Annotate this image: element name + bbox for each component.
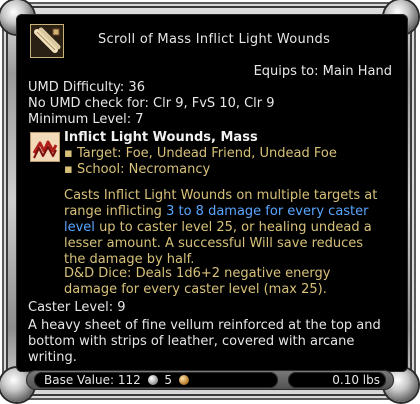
spell-description: Casts Inflict Light Wounds on multiple t… (64, 188, 382, 268)
spell-target-text: Target: Foe, Undead Friend, Undead Foe (76, 146, 337, 161)
item-description: A heavy sheet of fine vellum reinforced … (28, 318, 381, 365)
silver-coin-icon (147, 375, 158, 385)
equips-to: Equips to: Main Hand (253, 64, 392, 79)
no-umd-check: No UMD check for: Clr 9, FvS 10, Clr 9 (28, 96, 275, 111)
spell-school-text: School: Necromancy (76, 162, 211, 177)
scroll-icon (30, 24, 64, 58)
inflict-wounds-icon (30, 132, 60, 162)
umd-difficulty: UMD Difficulty: 36 (28, 80, 145, 95)
copper-amount: 5 (164, 373, 173, 387)
base-value-label: Base Value: (44, 373, 115, 387)
bullet-icon: ▪ (64, 146, 73, 161)
item-title: Scroll of Mass Inflict Light Wounds (98, 32, 331, 47)
copper-coin-icon (178, 375, 189, 385)
spell-name: Inflict Light Wounds, Mass (64, 130, 258, 145)
silver-amount: 112 (117, 373, 141, 387)
item-weight: 0.10 lbs (332, 373, 380, 387)
spell-description-part2: up to caster level 25, or healing undead… (64, 220, 372, 267)
caster-level: Caster Level: 9 (28, 300, 126, 315)
spell-dice: D&D Dice: Deals 1d6+2 negative energy da… (64, 266, 331, 297)
spell-school: ▪ School: Necromancy (64, 162, 210, 177)
bullet-icon: ▪ (64, 162, 73, 177)
spell-target: ▪ Target: Foe, Undead Friend, Undead Foe (64, 146, 337, 161)
minimum-level: Minimum Level: 7 (28, 112, 144, 127)
base-value: Base Value: 112 5 (44, 372, 192, 388)
